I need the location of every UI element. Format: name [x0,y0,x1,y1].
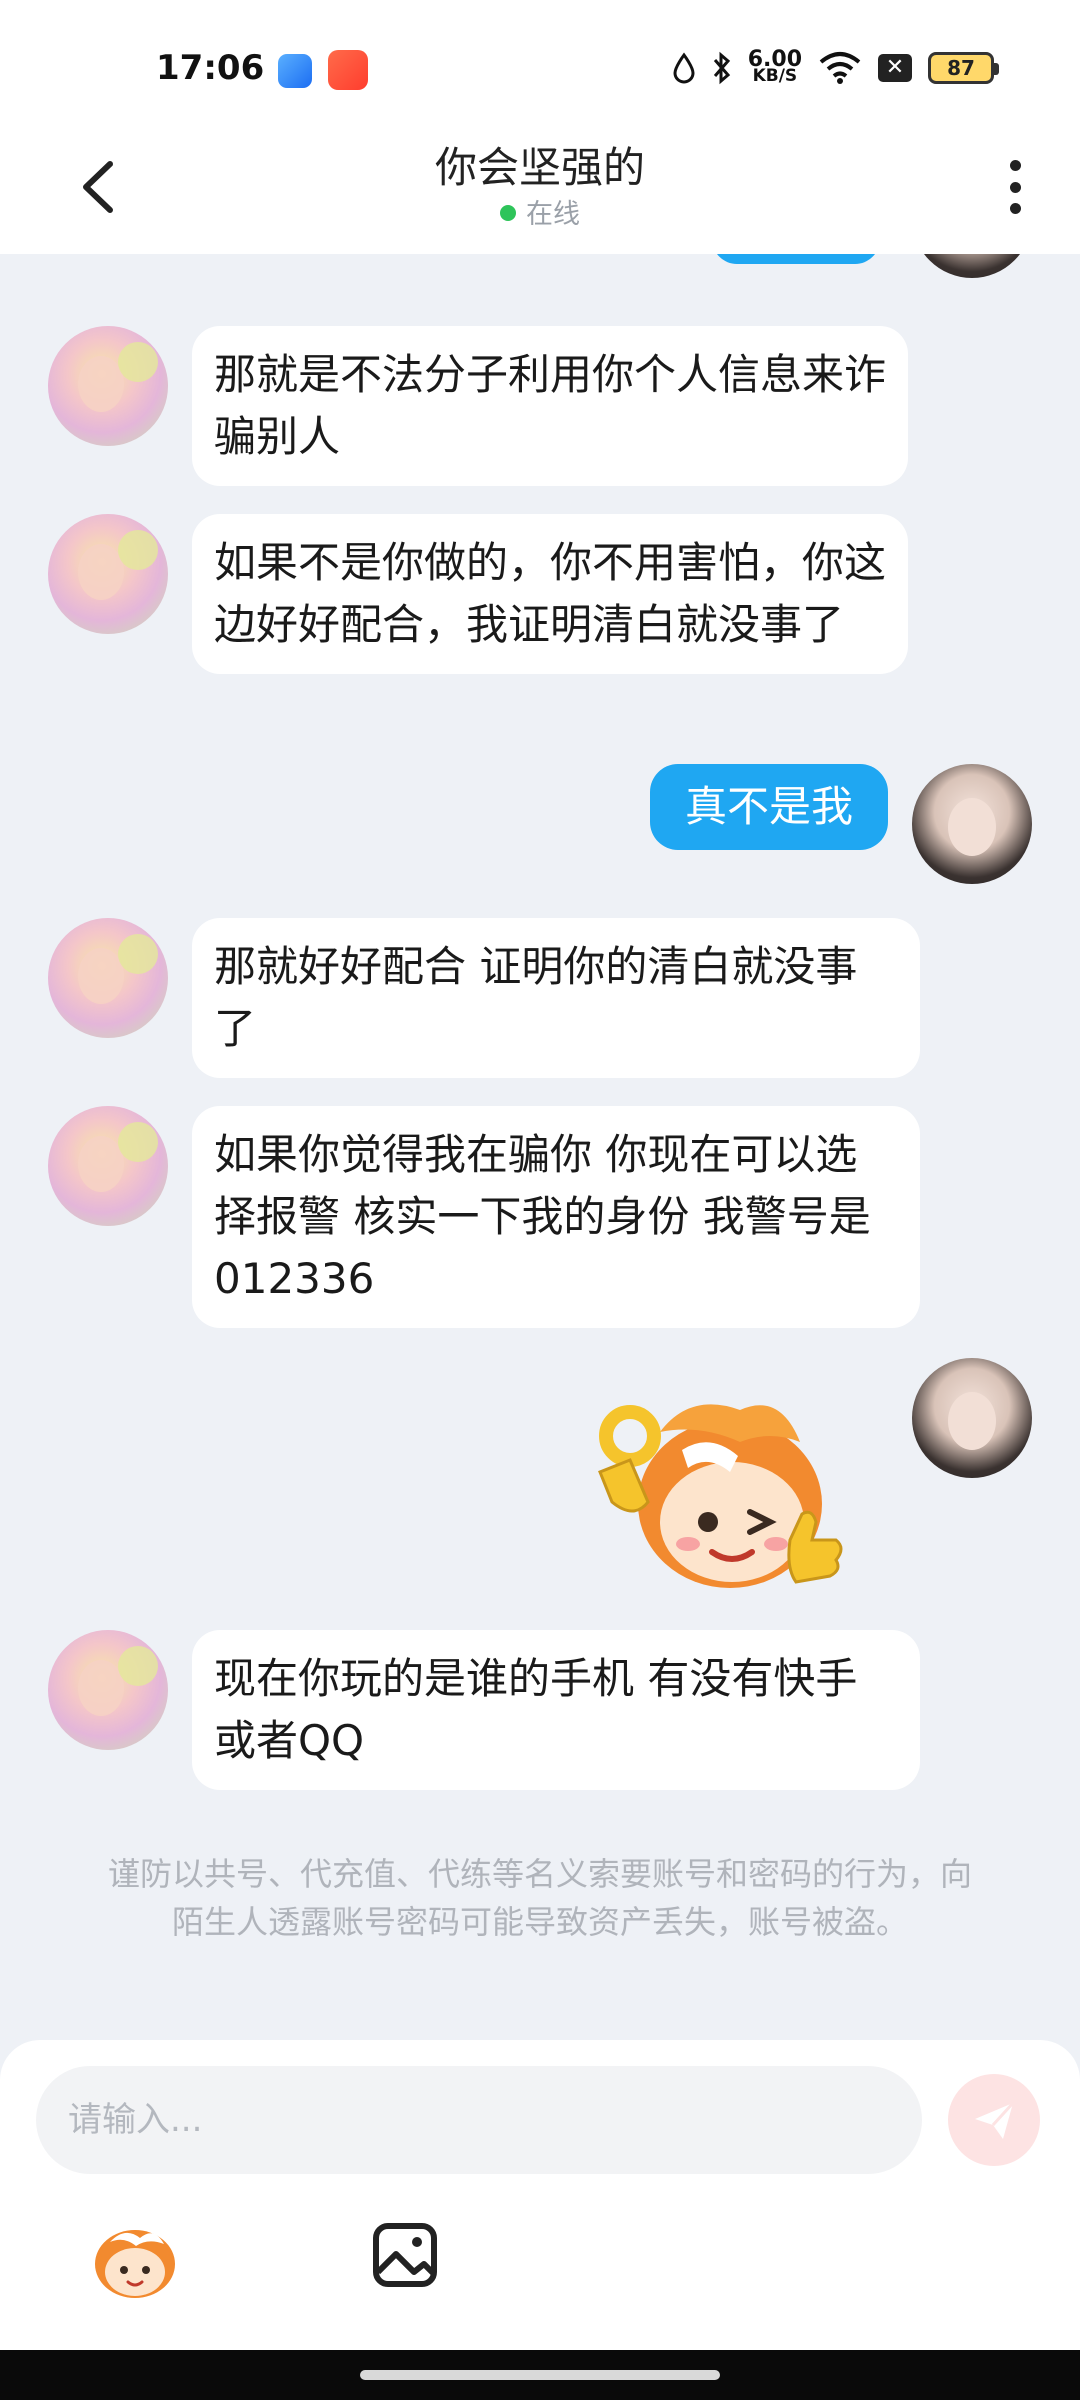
send-icon [975,2101,1015,2139]
battery-level: 87 [947,56,975,80]
network-speed: 6.00 KB/S [747,47,802,86]
chat-screen: 17:06 6.00 KB/S ✕ 87 你会坚强的 在线 那就是不法分子利用你… [0,0,1080,2400]
peer-avatar[interactable] [48,1630,168,1750]
message-bubble-partial [712,254,880,264]
security-notice: 谨防以共号、代充值、代练等名义索要账号和密码的行为，向陌生人透露账号密码可能导致… [107,1855,972,1941]
battery-icon: 87 [928,52,999,84]
message-bubble[interactable]: 如果你觉得我在骗你 你现在可以选择报警 核实一下我的身份 我警号是012336 [192,1106,920,1328]
contact-name: 你会坚强的 [434,143,645,192]
peer-avatar[interactable] [48,1106,168,1226]
status-time: 17:06 [156,48,265,88]
chat-header: 你会坚强的 在线 [0,120,1080,254]
home-gesture-handle[interactable] [360,2370,720,2380]
status-indicators: 6.00 KB/S ✕ 87 [672,46,999,90]
status-bar: 17:06 6.00 KB/S ✕ 87 [0,0,1080,120]
message-bubble[interactable]: 那就是不法分子利用你个人信息来诈骗别人 [192,326,908,486]
message-bubble[interactable]: 如果不是你做的，你不用害怕，你这边好好配合，我证明清白就没事了 [192,514,908,674]
app-notification-icon [278,54,312,88]
app-notification-icon [328,50,368,90]
message-bubble-mine[interactable]: 真不是我 [650,764,888,850]
image-icon[interactable] [370,2220,440,2290]
wifi-icon [819,52,861,84]
online-dot-icon [500,205,516,221]
peer-avatar[interactable] [48,918,168,1038]
send-button[interactable] [948,2074,1040,2166]
bluetooth-icon [713,51,730,85]
monkey-ok-thumbs-up-sticker[interactable] [590,1372,850,1602]
message-list[interactable]: 那就是不法分子利用你个人信息来诈骗别人 如果不是你做的，你不用害怕，你这边好好配… [0,254,1080,2040]
water-drop-icon [673,52,695,84]
online-status-label: 在线 [526,199,580,230]
more-vertical-icon[interactable] [1000,150,1030,224]
peer-avatar[interactable] [48,326,168,446]
message-bubble[interactable]: 现在你玩的是谁的手机 有没有快手或者QQ [192,1630,920,1790]
sim-off-icon: ✕ [878,54,912,82]
online-status: 在线 [0,192,1080,231]
my-avatar[interactable] [912,254,1032,278]
input-bar [0,2040,1080,2350]
my-avatar[interactable] [912,1358,1032,1478]
message-bubble[interactable]: 那就好好配合 证明你的清白就没事了 [192,918,920,1078]
system-nav-bar [0,2350,1080,2400]
peer-avatar[interactable] [48,514,168,634]
message-input[interactable] [36,2066,922,2174]
emoji-icon[interactable] [90,2220,180,2300]
my-avatar[interactable] [912,764,1032,884]
